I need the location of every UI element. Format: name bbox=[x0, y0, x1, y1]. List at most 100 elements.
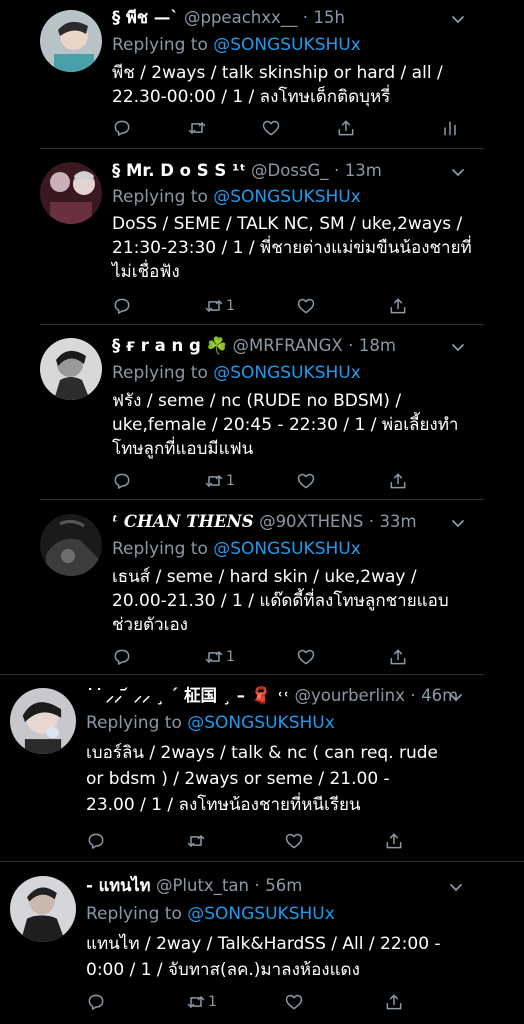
chevron-down-icon[interactable] bbox=[448, 879, 464, 895]
tweet-text-line: เบอร์ลิน / 2ways / talk & nc ( can req. … bbox=[86, 743, 439, 763]
share-icon bbox=[390, 649, 406, 665]
tweet-card[interactable]: § พีช —` @ppeachxx__ · 15h Replying to @… bbox=[0, 0, 524, 150]
avatar[interactable] bbox=[10, 876, 76, 942]
retweet-button[interactable] bbox=[187, 116, 209, 140]
chevron-down-icon[interactable] bbox=[450, 11, 466, 27]
tweet-header: ᵗ CHAN THENS @90XTHENS · 33m bbox=[112, 512, 417, 532]
tweet-time[interactable]: 13m bbox=[345, 161, 382, 180]
tweet-text-line: 0:00 / 1 / จับทาส(ลค.)มาลงห้องแดง bbox=[86, 960, 360, 980]
avatar[interactable] bbox=[40, 338, 102, 400]
tweet-text-line: DoSS / SEME / TALK NC, SM / uke,2ways / bbox=[112, 214, 463, 234]
heart-icon bbox=[285, 994, 303, 1010]
like-button[interactable] bbox=[296, 294, 316, 318]
reply-button[interactable] bbox=[112, 116, 132, 140]
mention-link[interactable]: @SONGSUKSHUx bbox=[187, 713, 335, 733]
reply-button[interactable] bbox=[86, 829, 106, 853]
like-button[interactable] bbox=[296, 469, 316, 493]
display-name[interactable]: ˙ ͘ ⸝⸝ ᷄ ⸝⸝ ¸ ˊ 柾国 ¸ – 🧣 ˓˓ bbox=[86, 686, 289, 705]
tweet-actions: 1 bbox=[86, 990, 466, 1014]
avatar[interactable] bbox=[40, 514, 102, 576]
reply-button[interactable] bbox=[112, 469, 132, 493]
replying-to-label: Replying to bbox=[112, 363, 208, 383]
tweet-card[interactable]: § Mr. D o S S ¹ᵗ @DossG_ · 13m Replying … bbox=[0, 150, 524, 325]
share-icon bbox=[390, 298, 406, 314]
replying-to: Replying to @SONGSUKSHUx bbox=[86, 711, 335, 735]
share-button[interactable] bbox=[388, 469, 408, 493]
avatar[interactable] bbox=[10, 688, 76, 754]
chevron-down-icon[interactable] bbox=[448, 689, 464, 705]
display-name[interactable]: § Mr. D o S S ¹ᵗ bbox=[112, 161, 246, 180]
reply-thread: § พีช —` @ppeachxx__ · 15h Replying to @… bbox=[0, 0, 524, 1024]
user-handle[interactable]: @DossG_ bbox=[251, 161, 329, 180]
like-button[interactable] bbox=[296, 645, 316, 669]
divider bbox=[40, 148, 484, 149]
user-handle[interactable]: @yourberlinx bbox=[294, 686, 404, 705]
retweet-icon bbox=[187, 835, 205, 847]
reply-button[interactable] bbox=[112, 645, 132, 669]
retweet-button[interactable]: 1 bbox=[204, 469, 235, 493]
tweet-text-line: or bdsm ) / 2ways or seme / 21.00 - bbox=[86, 769, 390, 789]
user-handle[interactable]: @MRFRANGX bbox=[232, 336, 342, 355]
share-button[interactable] bbox=[384, 829, 404, 853]
share-icon bbox=[338, 120, 354, 136]
heart-icon bbox=[285, 833, 303, 849]
share-button[interactable] bbox=[336, 116, 356, 140]
tweet-card[interactable]: ᵗ CHAN THENS @90XTHENS · 33m Replying to… bbox=[0, 500, 524, 675]
user-handle[interactable]: @ppeachxx__ bbox=[184, 8, 297, 27]
mention-link[interactable]: @SONGSUKSHUx bbox=[187, 904, 335, 924]
analytics-button[interactable] bbox=[440, 116, 460, 140]
retweet-icon bbox=[187, 996, 205, 1008]
retweet-button[interactable]: 1 bbox=[186, 990, 217, 1014]
chevron-down-icon[interactable] bbox=[450, 515, 466, 531]
chevron-down-icon[interactable] bbox=[450, 339, 466, 355]
display-name[interactable]: - แทนไท bbox=[86, 876, 151, 895]
tweet-time[interactable]: 15h bbox=[313, 8, 344, 27]
replying-to: Replying to @SONGSUKSHUx bbox=[112, 537, 361, 561]
tweet-card[interactable]: ˙ ͘ ⸝⸝ ᷄ ⸝⸝ ¸ ˊ 柾国 ¸ – 🧣 ˓˓ @yourberlinx… bbox=[0, 675, 524, 862]
avatar[interactable] bbox=[40, 10, 102, 72]
reply-icon bbox=[88, 994, 104, 1010]
heart-icon bbox=[297, 649, 315, 665]
tweet-text-line: 20.00-21.30 / 1 / แด๊ดดี้ที่ลงโทษลูกชายแ… bbox=[112, 591, 449, 611]
like-button[interactable] bbox=[284, 829, 304, 853]
share-button[interactable] bbox=[388, 294, 408, 318]
reply-icon bbox=[114, 120, 130, 136]
tweet-card[interactable]: - แทนไท @Plutx_tan · 56m Replying to @SO… bbox=[0, 862, 524, 1024]
share-button[interactable] bbox=[384, 990, 404, 1014]
avatar[interactable] bbox=[40, 162, 102, 224]
tweet-time[interactable]: 33m bbox=[380, 512, 417, 531]
chevron-down-icon[interactable] bbox=[450, 164, 466, 180]
tweet-text-line: 22.30-00:00 / 1 / ลงโทษเด็กติดบุหรี่ bbox=[112, 87, 391, 107]
share-button[interactable] bbox=[388, 645, 408, 669]
like-button[interactable] bbox=[284, 990, 304, 1014]
display-name[interactable]: § ғ r a n g ☘️ bbox=[112, 336, 227, 355]
tweet-card[interactable]: § ғ r a n g ☘️ @MRFRANGX · 18m Replying … bbox=[0, 325, 524, 500]
tweet-text-line: แทนไท / 2way / Talk&HardSS / All / 22:00… bbox=[86, 934, 441, 954]
mention-link[interactable]: @SONGSUKSHUx bbox=[213, 363, 361, 383]
user-handle[interactable]: @Plutx_tan bbox=[156, 876, 249, 895]
tweet-actions bbox=[86, 829, 466, 853]
retweet-button[interactable] bbox=[186, 829, 208, 853]
reply-button[interactable] bbox=[86, 990, 106, 1014]
tweet-header: ˙ ͘ ⸝⸝ ᷄ ⸝⸝ ¸ ˊ 柾国 ¸ – 🧣 ˓˓ @yourberlinx… bbox=[86, 686, 459, 706]
mention-link[interactable]: @SONGSUKSHUx bbox=[213, 35, 361, 55]
replying-to-label: Replying to bbox=[86, 904, 182, 924]
tweet-time[interactable]: 18m bbox=[359, 336, 396, 355]
tweet-actions: 1 bbox=[112, 294, 472, 318]
user-handle[interactable]: @90XTHENS bbox=[259, 512, 363, 531]
mention-link[interactable]: @SONGSUKSHUx bbox=[213, 187, 361, 207]
mention-link[interactable]: @SONGSUKSHUx bbox=[213, 539, 361, 559]
reply-button[interactable] bbox=[112, 294, 132, 318]
like-button[interactable] bbox=[261, 116, 281, 140]
retweet-button[interactable]: 1 bbox=[204, 645, 235, 669]
display-name[interactable]: § พีช —` bbox=[112, 8, 179, 27]
replying-to-label: Replying to bbox=[112, 187, 208, 207]
tweet-text-line: พีช / 2ways / talk skinship or hard / al… bbox=[112, 63, 443, 83]
reply-icon bbox=[114, 473, 130, 489]
tweet-text: เธนส์ / seme / hard skin / uke,2way / 20… bbox=[112, 565, 449, 637]
display-name[interactable]: ᵗ CHAN THENS bbox=[112, 512, 254, 531]
retweet-button[interactable]: 1 bbox=[204, 294, 235, 318]
tweet-time[interactable]: 56m bbox=[265, 876, 302, 895]
analytics-icon bbox=[444, 121, 456, 136]
retweet-count: 1 bbox=[226, 298, 235, 314]
